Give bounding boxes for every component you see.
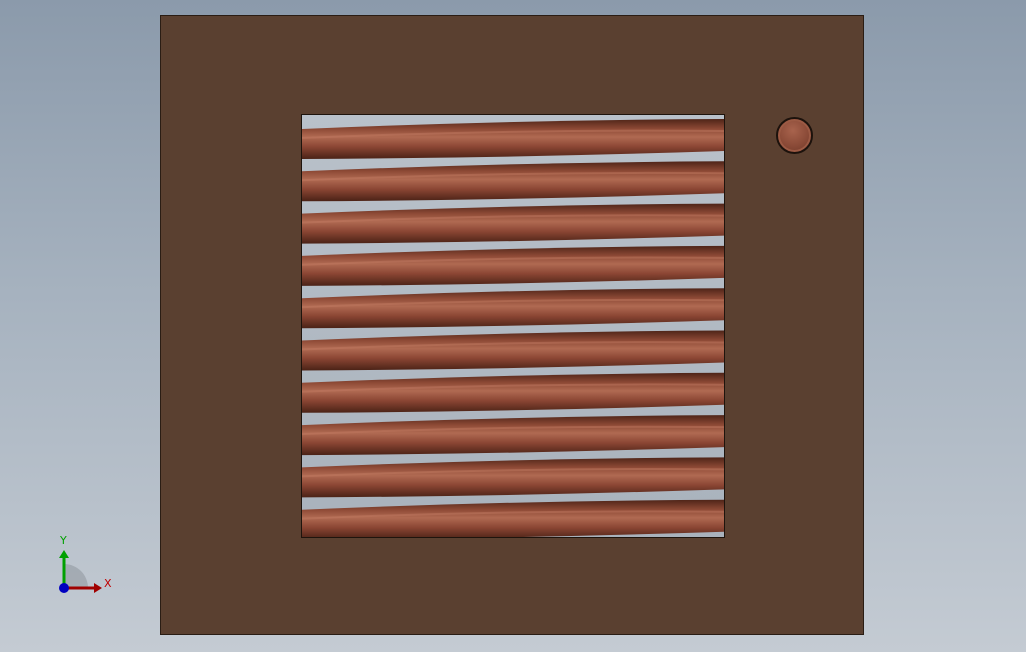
y-axis-label: Y [59,534,67,547]
coil-set[interactable] [302,115,724,537]
coil-turn[interactable] [302,288,724,329]
coil-turn[interactable] [302,499,724,537]
coil-turn[interactable] [302,372,724,413]
coil-turn[interactable] [302,203,724,244]
z-axis-icon [59,583,69,593]
x-axis-label: X [104,577,112,590]
coil-turn[interactable] [302,457,724,498]
x-axis-arrow-icon [94,583,102,593]
triad-background-arc [64,564,88,588]
graphics-viewport[interactable]: Y X [0,0,1026,652]
coil-turn[interactable] [302,161,724,202]
axis-triad: Y X [59,534,112,593]
coil-turn[interactable] [302,330,724,371]
coil-turn[interactable] [302,415,724,456]
coil-turn[interactable] [302,119,724,159]
coil-turn[interactable] [302,245,724,286]
y-axis-arrow-icon [59,550,69,558]
coil-window[interactable] [301,114,725,538]
mounting-hole[interactable] [776,117,813,154]
